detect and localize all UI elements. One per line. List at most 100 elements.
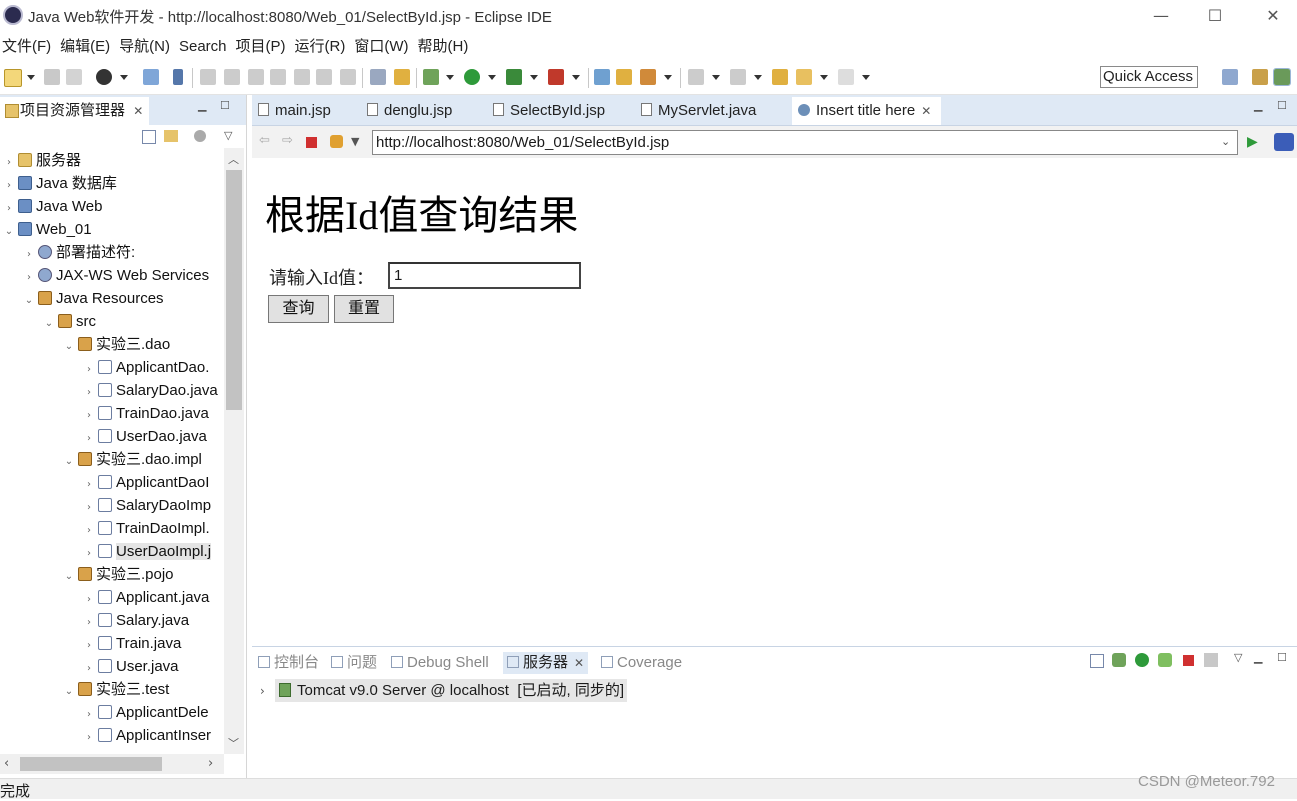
console-icon[interactable] <box>143 69 159 85</box>
menu-help[interactable]: 帮助(H) <box>416 34 476 60</box>
menu-navigate[interactable]: 导航(N) <box>117 34 177 60</box>
step-return-icon[interactable] <box>340 69 356 85</box>
new-icon[interactable] <box>4 69 22 87</box>
start-server-icon[interactable] <box>1135 653 1149 667</box>
menu-project[interactable]: 项目(P) <box>234 34 293 60</box>
maximize-button[interactable]: ☐ <box>1192 4 1238 28</box>
external-tools-icon[interactable] <box>548 69 564 85</box>
back-icon[interactable] <box>796 69 812 85</box>
task-list-icon[interactable] <box>370 69 386 85</box>
browser-back-icon[interactable]: ⇦ <box>259 133 270 148</box>
forward-dropdown-icon[interactable] <box>862 75 870 80</box>
view-menu-icon[interactable]: ▽ <box>1234 651 1242 664</box>
expand-twisty-icon[interactable]: › <box>2 151 16 172</box>
expand-twisty-icon[interactable]: › <box>82 634 96 655</box>
run-icon[interactable] <box>464 69 480 85</box>
collapse-twisty-icon[interactable]: ⌄ <box>42 312 56 333</box>
save-all-icon[interactable] <box>66 69 82 85</box>
expand-twisty-icon[interactable]: › <box>22 243 36 264</box>
browser-forward-icon[interactable]: ⇨ <box>282 133 293 148</box>
prev-annotation-dropdown-icon[interactable] <box>754 75 762 80</box>
collapse-twisty-icon[interactable]: ⌄ <box>22 289 36 310</box>
tab-myservlet-java[interactable]: MyServlet.java <box>641 97 756 125</box>
tree-item[interactable]: › Java 数据库 <box>0 172 226 195</box>
external-tools-dropdown-icon[interactable] <box>572 75 580 80</box>
menu-file[interactable]: 文件(F) <box>0 34 58 60</box>
tree-item[interactable]: ⌄ Web_01 <box>0 218 226 241</box>
minimize-view-icon[interactable]: ▁ <box>198 99 206 112</box>
expand-twisty-icon[interactable]: › <box>82 381 96 402</box>
open-task-dropdown-icon[interactable] <box>664 75 672 80</box>
debug-dropdown-icon[interactable] <box>446 75 454 80</box>
forward-icon[interactable] <box>838 69 854 85</box>
expand-twisty-icon[interactable]: › <box>82 496 96 517</box>
debug-icon[interactable] <box>423 69 439 85</box>
tree-item[interactable]: › Java Web <box>0 195 226 218</box>
terminate-icon[interactable] <box>248 69 264 85</box>
last-edit-location-icon[interactable] <box>772 69 788 85</box>
tab-insert-title-here[interactable]: Insert title here ✕ <box>792 97 942 125</box>
tree-item[interactable]: ⌄ Java Resources <box>0 287 246 310</box>
scroll-down-icon[interactable]: ﹀ <box>228 735 239 751</box>
quick-access-field[interactable]: Quick Access <box>1100 66 1198 88</box>
expand-twisty-icon[interactable]: › <box>82 703 96 724</box>
run-dropdown-icon[interactable] <box>488 75 496 80</box>
expand-twisty-icon[interactable]: › <box>82 519 96 540</box>
disconnect-icon[interactable] <box>270 69 286 85</box>
prev-annotation-icon[interactable] <box>730 69 746 85</box>
menu-search[interactable]: Search <box>177 34 234 60</box>
tab-project-explorer[interactable]: 项目资源管理器 ✕ <box>0 97 150 125</box>
maximize-view-icon[interactable]: ☐ <box>1277 651 1287 664</box>
collapse-twisty-icon[interactable]: ⌄ <box>2 220 16 241</box>
collapse-twisty-icon[interactable]: ⌄ <box>62 335 76 356</box>
expand-twisty-icon[interactable]: › <box>22 266 36 287</box>
view-menu-icon[interactable]: ▽ <box>224 129 232 142</box>
close-icon[interactable]: ✕ <box>133 104 143 118</box>
publish-icon[interactable] <box>1204 653 1218 667</box>
step-over-icon[interactable] <box>316 69 332 85</box>
expand-twisty-icon[interactable]: › <box>2 174 16 195</box>
tree-item[interactable]: › JAX-WS Web Services <box>0 264 246 287</box>
menu-window[interactable]: 窗口(W) <box>352 34 415 60</box>
expand-twisty-icon[interactable]: › <box>82 358 96 379</box>
user-dropdown-icon[interactable] <box>120 75 128 80</box>
coverage-icon[interactable] <box>506 69 522 85</box>
url-dropdown-icon[interactable]: ⌄ <box>1221 135 1230 148</box>
coverage-dropdown-icon[interactable] <box>530 75 538 80</box>
tab-problems[interactable]: 问题 <box>331 652 377 674</box>
debug-server-icon[interactable] <box>1112 653 1126 667</box>
scroll-right-icon[interactable]: › <box>208 756 213 771</box>
tab-denglu-jsp[interactable]: denglu.jsp <box>367 97 452 125</box>
filter-icon[interactable] <box>194 130 206 142</box>
next-annotation-icon[interactable] <box>688 69 704 85</box>
resume-icon[interactable] <box>200 69 216 85</box>
profile-server-icon[interactable] <box>1158 653 1172 667</box>
save-icon[interactable] <box>44 69 60 85</box>
debug-perspective-icon[interactable] <box>1273 68 1291 86</box>
menu-edit[interactable]: 编辑(E) <box>58 34 117 60</box>
horizontal-scroll-thumb[interactable] <box>20 757 162 771</box>
collapse-twisty-icon[interactable]: ⌄ <box>62 450 76 471</box>
tree-item[interactable]: › ApplicantInser <box>0 724 306 747</box>
expand-twisty-icon[interactable]: › <box>82 473 96 494</box>
collapse-twisty-icon[interactable]: ⌄ <box>62 680 76 701</box>
tab-selectbyid-jsp[interactable]: SelectById.jsp <box>493 97 605 125</box>
new-dropdown-icon[interactable] <box>27 75 35 80</box>
close-icon[interactable]: ✕ <box>574 656 584 670</box>
maximize-editor-icon[interactable]: ☐ <box>1277 99 1287 112</box>
maximize-view-icon[interactable]: ☐ <box>220 99 230 112</box>
vertical-scroll-thumb[interactable] <box>226 170 242 410</box>
open-task-icon[interactable] <box>640 69 656 85</box>
tab-console[interactable]: 控制台 <box>258 652 319 674</box>
open-type-icon[interactable] <box>616 69 632 85</box>
open-external-browser-icon[interactable] <box>1274 133 1294 151</box>
suspend-icon[interactable] <box>224 69 240 85</box>
java-ee-perspective-icon[interactable] <box>1252 69 1268 85</box>
expand-twisty-icon[interactable]: › <box>82 611 96 632</box>
new-java-project-icon[interactable] <box>594 69 610 85</box>
menu-run[interactable]: 运行(R) <box>293 34 353 60</box>
expand-twisty-icon[interactable]: › <box>2 197 16 218</box>
go-icon[interactable]: ▶ <box>1247 134 1258 150</box>
scroll-left-icon[interactable]: ‹ <box>4 756 9 771</box>
tab-main-jsp[interactable]: main.jsp <box>258 97 331 125</box>
